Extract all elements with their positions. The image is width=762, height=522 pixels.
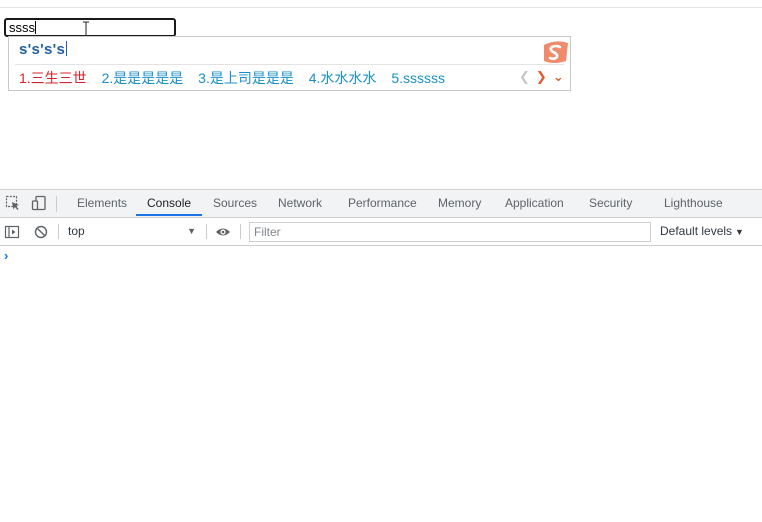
tab-application[interactable]: Application [505,190,564,217]
active-tab-indicator [136,214,202,216]
clear-console-icon[interactable] [33,224,49,240]
tab-sources[interactable]: Sources [213,190,257,217]
page-text-input[interactable]: ssss [4,18,176,37]
toolbar-separator [58,224,59,239]
ime-composition-text: s's's's [19,41,66,58]
console-toolbar: top ▼ Default levels▼ [0,218,762,246]
ime-candidate-3[interactable]: 3.是上司是是是 [198,68,294,88]
filter-input[interactable] [249,222,651,242]
ime-candidate-5[interactable]: 5.ssssss [391,70,445,86]
ime-expand-chevron-down-icon[interactable]: ⌄ [553,69,564,84]
ime-candidate-1[interactable]: 1.三生三世 [19,68,87,88]
ime-candidate-list: 1.三生三世 2.是是是是是 3.是上司是是是 4.水水水水 5.ssssss [19,68,456,88]
toolbar-separator [206,224,207,239]
eye-icon[interactable] [215,224,231,240]
inspect-element-icon[interactable] [5,195,21,211]
page-top-border [0,7,762,8]
ime-caret [66,41,68,56]
toolbar-separator [240,224,241,239]
text-caret [35,21,36,34]
tab-lighthouse[interactable]: Lighthouse [664,190,723,217]
console-prompt-chevron-icon[interactable]: › [4,248,8,263]
caret-down-icon: ▼ [735,227,744,237]
show-sidebar-icon[interactable] [4,224,20,240]
tab-memory[interactable]: Memory [438,190,481,217]
input-value: ssss [9,20,35,35]
devtools-tab-bar: Elements Console Sources Network Perform… [0,190,762,218]
context-selector[interactable]: top ▼ [62,222,202,241]
devtools-panel: Elements Console Sources Network Perform… [0,189,762,522]
ime-candidate-4[interactable]: 4.水水水水 [309,68,377,88]
tab-elements[interactable]: Elements [77,190,127,217]
tab-performance[interactable]: Performance [348,190,417,217]
ime-composition: s's's's [19,41,68,58]
tab-network[interactable]: Network [278,190,322,217]
ime-navigation: ❮ ❯ ⌄ [519,69,564,85]
ibeam-cursor-icon [83,21,89,37]
ime-divider [15,64,564,65]
tab-security[interactable]: Security [589,190,632,217]
ime-candidate-2[interactable]: 2.是是是是是 [102,68,184,88]
ime-candidate-window: s's's's 1.三生三世 2.是是是是是 3.是上司是是是 4.水水水水 5… [8,36,571,91]
context-value: top [68,224,85,238]
tab-bar-separator [56,196,57,212]
sogou-logo-icon [544,41,568,63]
log-levels-dropdown[interactable]: Default levels ▼ [660,218,744,245]
ime-prev-page-icon[interactable]: ❮ [519,69,530,84]
caret-down-icon: ▼ [187,226,196,236]
ime-next-page-icon[interactable]: ❯ [536,69,547,84]
tab-console[interactable]: Console [147,190,191,217]
device-toolbar-icon[interactable] [31,195,47,211]
log-levels-label: Default levels [660,224,733,238]
